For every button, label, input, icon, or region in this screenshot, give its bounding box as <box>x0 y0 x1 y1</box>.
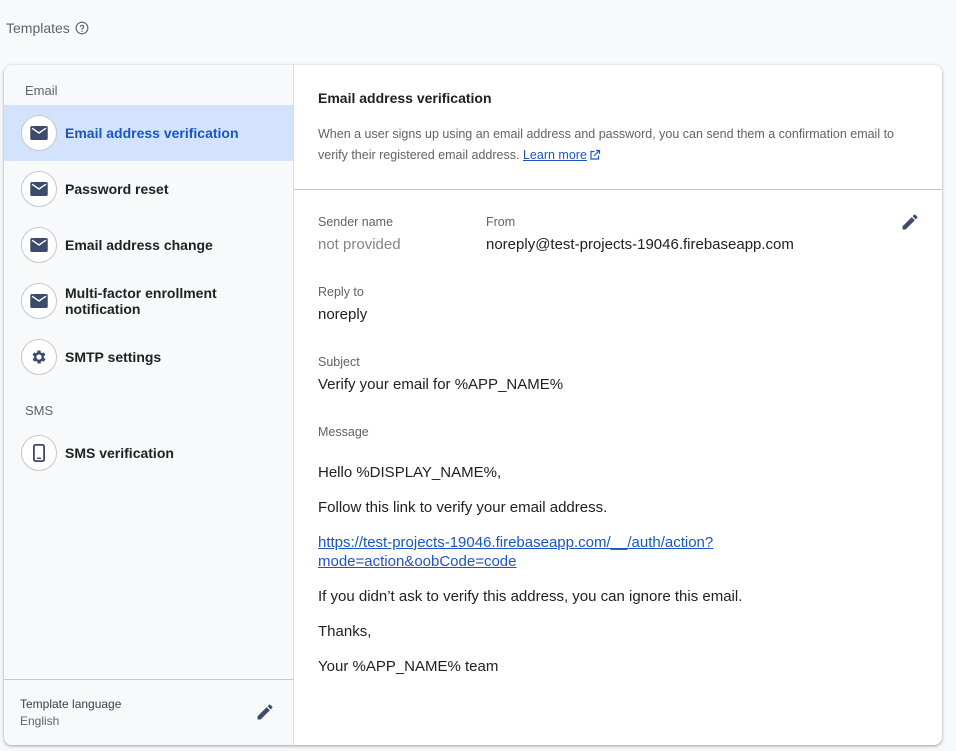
learn-more-link[interactable]: Learn more <box>523 148 601 162</box>
pencil-icon <box>902 214 918 230</box>
sidebar-item-label: Password reset <box>65 181 169 197</box>
pencil-icon[interactable] <box>253 700 277 724</box>
help-circle-icon[interactable] <box>75 21 89 35</box>
reply-to-value: noreply <box>318 306 368 323</box>
sidebar-item-email-address-change[interactable]: Email address change <box>4 217 293 273</box>
edit-template-button[interactable] <box>898 210 922 234</box>
mail-icon <box>21 171 57 207</box>
email-section-label: Email <box>25 83 58 98</box>
message-ignore: If you didn’t ask to verify this address… <box>318 588 743 605</box>
phone-icon <box>21 435 57 471</box>
template-sidebar: Email Email address verification Passwor… <box>4 65 294 745</box>
sidebar-item-password-reset[interactable]: Password reset <box>4 161 293 217</box>
description-text: When a user signs up using an email addr… <box>318 127 895 162</box>
template-description: When a user signs up using an email addr… <box>318 124 918 168</box>
sender-name-label: Sender name <box>318 215 394 229</box>
sender-name-field: Sender name not provided <box>318 215 401 253</box>
sender-name-value: not provided <box>318 236 401 253</box>
learn-more-label: Learn more <box>522 148 587 162</box>
mail-icon <box>21 115 57 151</box>
template-title: Email address verification <box>318 90 492 106</box>
templates-card: Email Email address verification Passwor… <box>4 65 942 745</box>
sidebar-item-label: SMS verification <box>65 445 174 461</box>
message-thanks: Thanks, <box>318 623 372 640</box>
sidebar-item-email-address-verification[interactable]: Email address verification <box>4 105 293 161</box>
sidebar-item-label: Email address change <box>65 237 213 253</box>
from-field: From noreply@test-projects-19046.firebas… <box>486 215 794 253</box>
template-header: Email address verification When a user s… <box>294 65 942 190</box>
template-language-value: English <box>20 714 60 728</box>
sidebar-item-multi-factor-enrollment[interactable]: Multi-factor enrollment notification <box>4 273 293 329</box>
message-signature: Your %APP_NAME% team <box>318 658 499 675</box>
template-language-label: Template language <box>20 697 122 711</box>
template-detail: Email address verification When a user s… <box>294 65 942 745</box>
sms-template-list: SMS verification <box>4 425 293 481</box>
message-field: Message Hello %DISPLAY_NAME%, Follow thi… <box>318 425 878 692</box>
from-value: noreply@test-projects-19046.firebaseapp.… <box>486 236 794 253</box>
email-template-list: Email address verification Password rese… <box>4 105 293 385</box>
sidebar-item-label: Email address verification <box>65 125 239 141</box>
sidebar-item-smtp-settings[interactable]: SMTP settings <box>4 329 293 385</box>
page-title: Templates <box>6 20 70 36</box>
reply-to-label: Reply to <box>318 285 364 299</box>
template-language-footer: Template language English <box>4 679 293 745</box>
message-instruction: Follow this link to verify your email ad… <box>318 499 608 516</box>
mail-icon <box>21 283 57 319</box>
mail-icon <box>21 227 57 263</box>
sms-section-label: SMS <box>25 403 54 418</box>
page-header: Templates <box>6 20 89 36</box>
sidebar-item-label: Multi-factor enrollment notification <box>65 285 217 317</box>
message-greeting: Hello %DISPLAY_NAME%, <box>318 464 502 481</box>
from-label: From <box>486 215 516 229</box>
subject-label: Subject <box>318 355 360 369</box>
external-link-icon <box>589 147 601 168</box>
sidebar-item-label: SMTP settings <box>65 349 162 365</box>
subject-field: Subject Verify your email for %APP_NAME% <box>318 355 563 393</box>
message-label: Message <box>318 425 369 439</box>
message-body: Hello %DISPLAY_NAME%, Follow this link t… <box>318 463 878 676</box>
gear-icon <box>21 339 57 375</box>
reply-to-field: Reply to noreply <box>318 285 367 323</box>
verification-link[interactable]: https://test-projects-19046.firebaseapp.… <box>318 534 713 570</box>
subject-value: Verify your email for %APP_NAME% <box>318 376 564 393</box>
sidebar-item-sms-verification[interactable]: SMS verification <box>4 425 293 481</box>
